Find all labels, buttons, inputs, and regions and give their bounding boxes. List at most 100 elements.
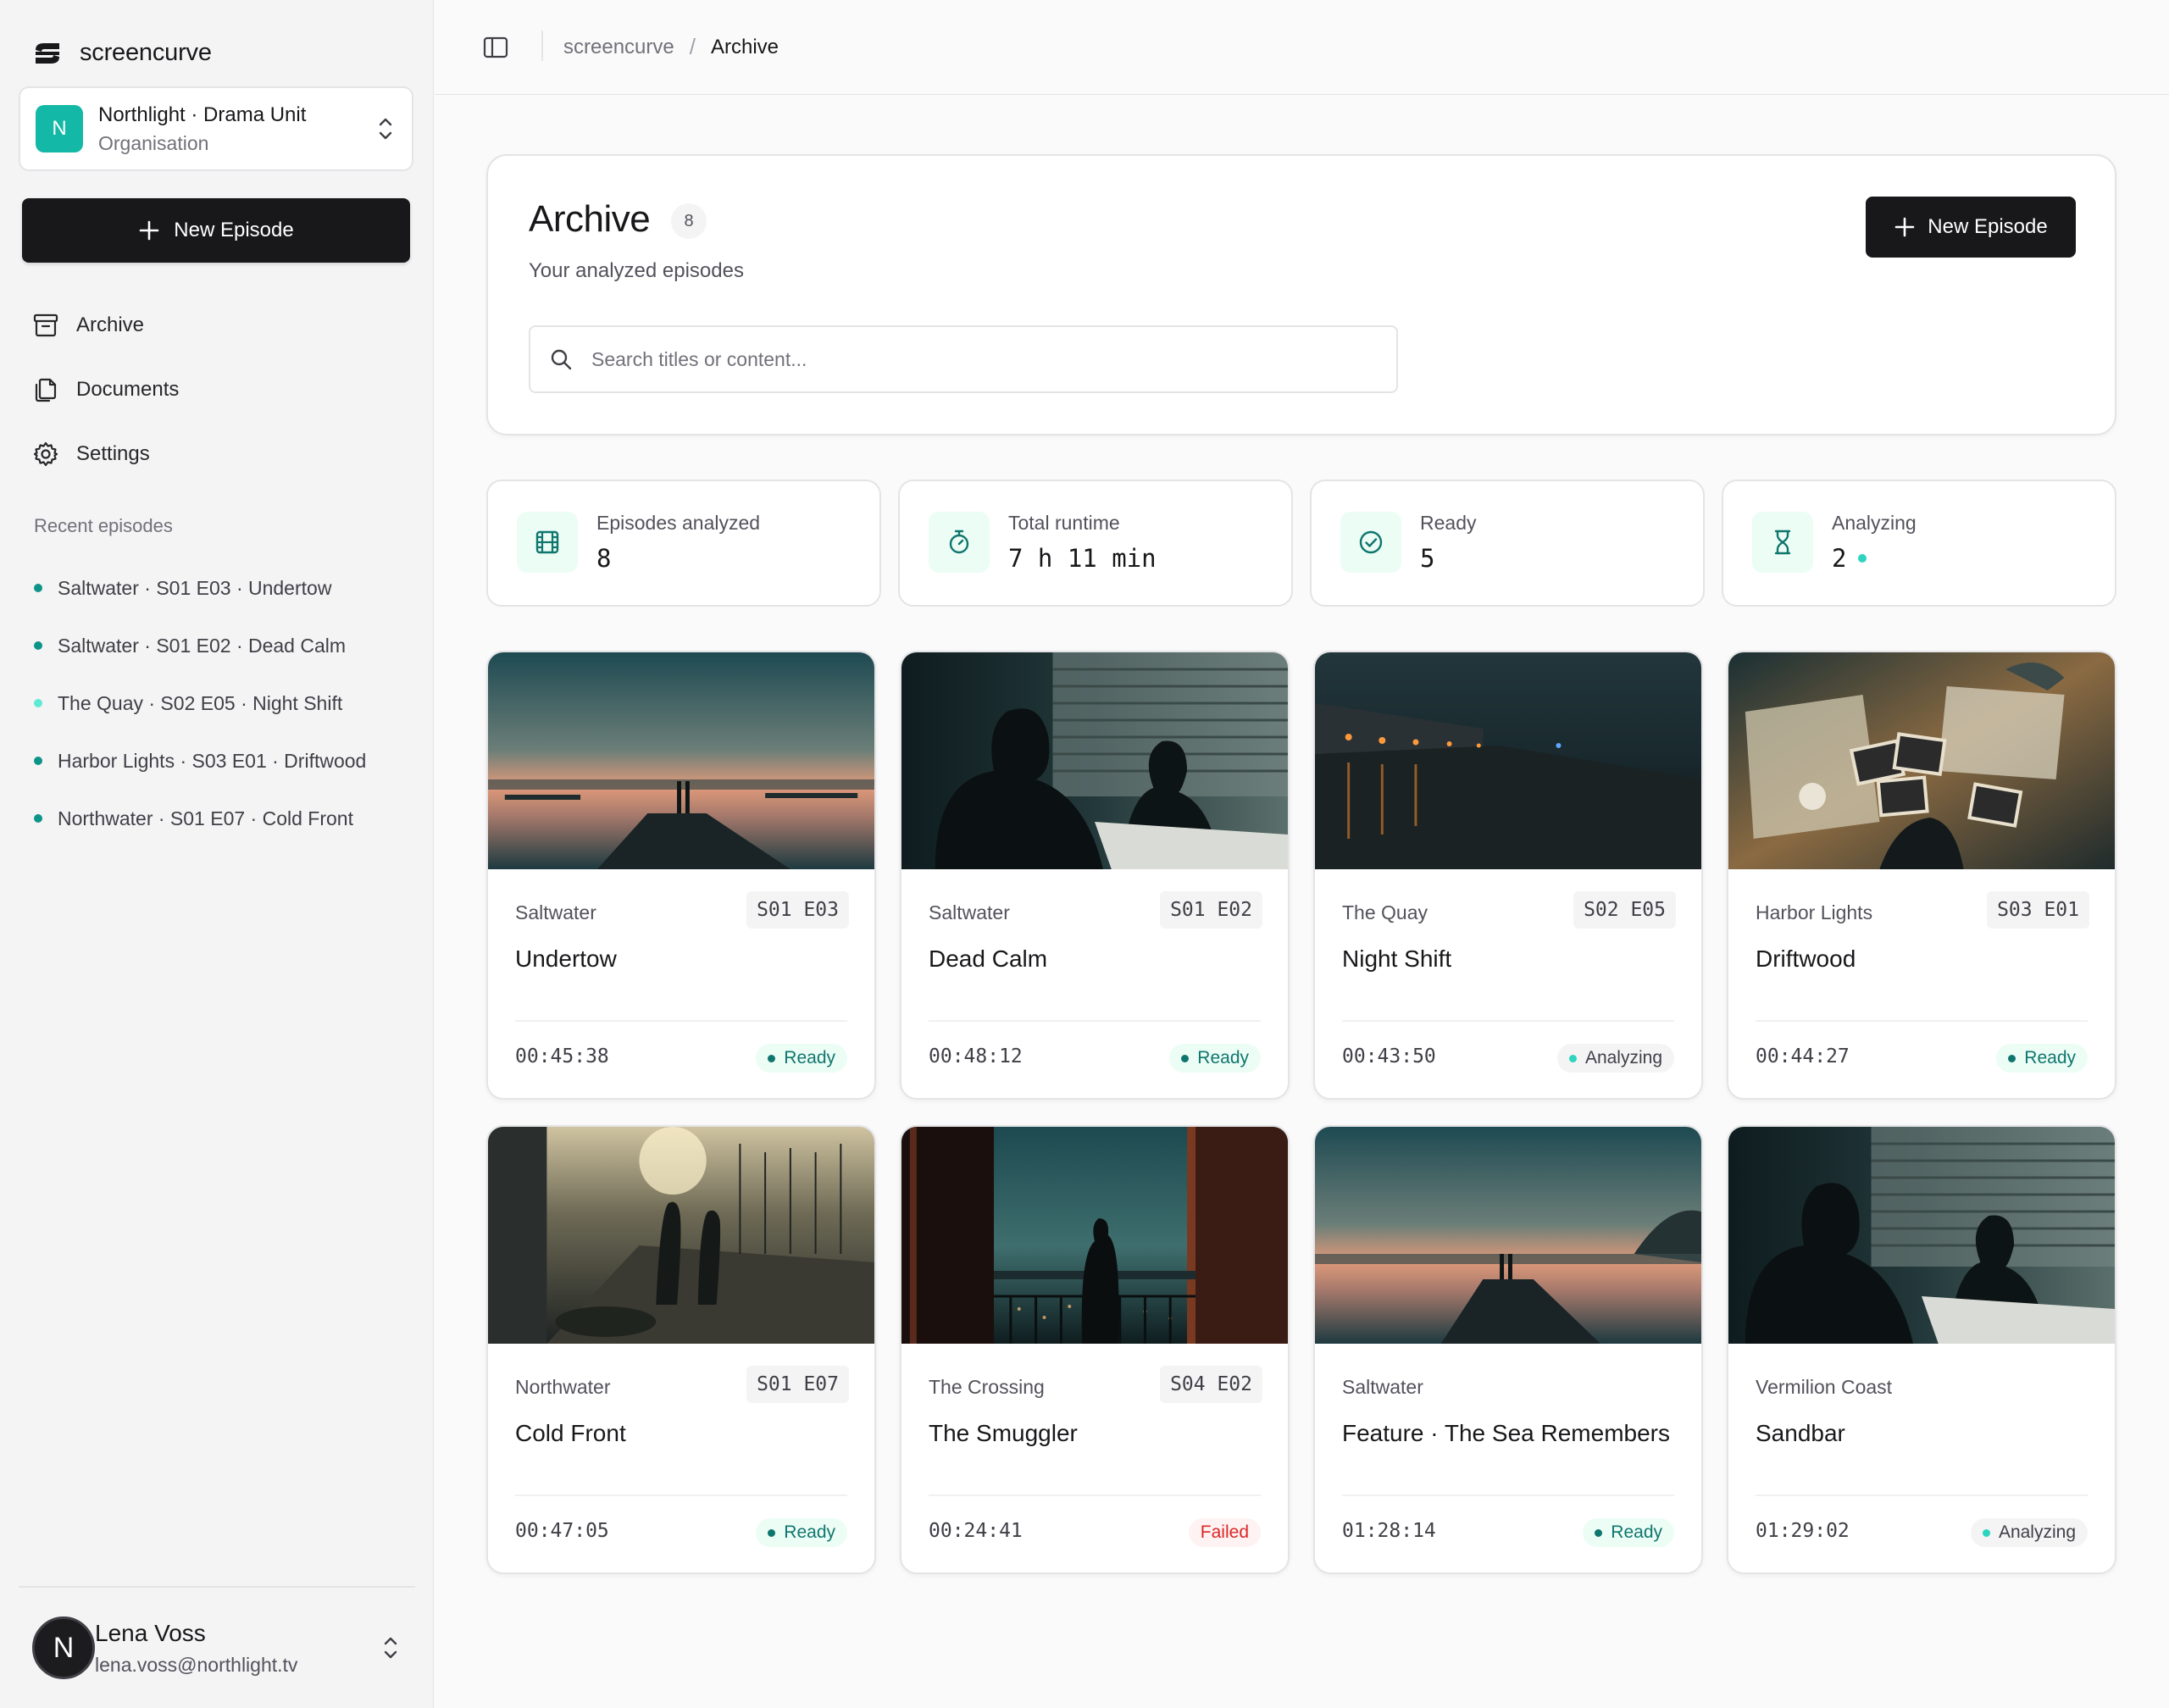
episode-thumbnail <box>1728 652 2115 869</box>
status-label: Ready <box>2024 1048 2076 1068</box>
org-switcher[interactable]: N Northlight · Drama Unit Organisation <box>19 86 413 171</box>
episode-duration: 00:45:38 <box>515 1045 609 1068</box>
episode-title: The Smuggler <box>929 1420 1078 1446</box>
org-type: Organisation <box>98 131 209 154</box>
episode-title: Night Shift <box>1342 946 1452 972</box>
episode-card[interactable]: Vermilion Coast Sandbar 01:29:02 Analyzi… <box>1727 1125 2116 1574</box>
status-label: Ready <box>1611 1522 1662 1542</box>
episode-duration: 00:48:12 <box>929 1045 1023 1068</box>
screencurve-logo-icon <box>36 42 59 64</box>
episode-duration: 00:47:05 <box>515 1520 609 1542</box>
episode-card[interactable]: The Quay S02 E05 Night Shift 00:43:50 An… <box>1313 651 1703 1100</box>
stat-icon-bg <box>517 512 578 573</box>
divider <box>541 30 543 61</box>
search-input[interactable] <box>591 347 1378 371</box>
page-subtitle: Your analyzed episodes <box>529 259 744 282</box>
stat-value-text: 5 <box>1420 544 1435 573</box>
episode-card[interactable]: Northwater S01 E07 Cold Front 00:47:05 R… <box>486 1125 876 1574</box>
stat-value: 8 <box>596 544 611 573</box>
sidebar-nav: Archive Documents Settings <box>32 293 179 486</box>
sidebar: screencurve N Northlight · Drama Unit Or… <box>0 0 434 1708</box>
new-episode-label: New Episode <box>174 219 294 241</box>
episode-duration: 00:43:50 <box>1342 1045 1436 1068</box>
stat-icon-bg <box>1752 512 1813 573</box>
org-name: Northlight · Drama Unit <box>98 103 307 126</box>
stat-analyzing: Analyzing 2 <box>1722 480 2116 607</box>
episode-series: The Crossing <box>929 1376 1045 1398</box>
recent-episode-item[interactable]: The Quay · S02 E05 · Night Shift <box>34 674 366 732</box>
episode-thumbnail <box>901 1127 1288 1344</box>
search-icon <box>551 349 572 370</box>
recent-episode-label: Saltwater · S01 E03 · Undertow <box>58 576 332 599</box>
episode-duration: 00:24:41 <box>929 1520 1023 1542</box>
divider <box>1756 1020 2088 1022</box>
analyzing-pulse-dot <box>1858 554 1867 563</box>
episode-duration: 01:29:02 <box>1756 1520 1850 1542</box>
sidebar-item-settings[interactable]: Settings <box>32 422 179 486</box>
status-label: Ready <box>784 1522 835 1542</box>
episode-title: Cold Front <box>515 1420 626 1446</box>
stat-label: Episodes analyzed <box>596 512 761 534</box>
new-episode-button[interactable]: New Episode <box>1866 197 2076 258</box>
episode-duration: 00:44:27 <box>1756 1045 1850 1068</box>
status-badge: Analyzing <box>1970 1518 2088 1547</box>
episode-card[interactable]: The Crossing S04 E02 The Smuggler 00:24:… <box>900 1125 1290 1574</box>
episode-code: S01 E03 <box>746 891 849 929</box>
stat-total-runtime: Total runtime 7 h 11 min <box>898 480 1293 607</box>
episode-card[interactable]: Saltwater S01 E03 Undertow 00:45:38 Read… <box>486 651 876 1100</box>
status-label: Analyzing <box>1998 1522 2076 1542</box>
recent-episode-item[interactable]: Northwater · S01 E07 · Cold Front <box>34 790 366 847</box>
user-menu[interactable]: N Lena Voss lena.voss@northlight.tv <box>19 1586 415 1708</box>
search-box[interactable] <box>529 325 1398 393</box>
episode-card[interactable]: Saltwater Feature · The Sea Remembers 01… <box>1313 1125 1703 1574</box>
user-name: Lena Voss <box>95 1619 206 1646</box>
film-icon <box>535 530 559 554</box>
recent-episode-item[interactable]: Saltwater · S01 E02 · Dead Calm <box>34 617 366 674</box>
status-badge: Ready <box>1996 1044 2088 1073</box>
status-badge: Ready <box>1169 1044 1261 1073</box>
divider <box>1342 1020 1674 1022</box>
user-email: lena.voss@northlight.tv <box>95 1653 298 1676</box>
episode-code: S04 E02 <box>1160 1366 1262 1403</box>
sidebar-item-archive[interactable]: Archive <box>32 293 179 358</box>
status-dot <box>34 641 42 650</box>
status-label: Ready <box>1197 1048 1249 1068</box>
recent-episode-item[interactable]: Harbor Lights · S03 E01 · Driftwood <box>34 732 366 790</box>
sidebar-item-label: Settings <box>76 442 150 465</box>
stat-value: 2 <box>1832 544 1867 573</box>
hourglass-icon <box>1774 530 1791 555</box>
sidebar-toggle-icon[interactable] <box>482 34 509 61</box>
status-label: Ready <box>784 1048 835 1068</box>
recent-episode-item[interactable]: Saltwater · S01 E03 · Undertow <box>34 559 366 617</box>
episode-series: Harbor Lights <box>1756 901 1873 923</box>
episode-thumbnail <box>488 1127 874 1344</box>
episode-thumbnail <box>1728 1127 2115 1344</box>
stat-icon-bg <box>1340 512 1401 573</box>
breadcrumb-current: Archive <box>710 35 779 58</box>
brand[interactable]: screencurve <box>34 39 212 67</box>
status-badge: Ready <box>1583 1518 1674 1547</box>
archive-icon <box>33 313 58 337</box>
episode-thumbnail <box>488 652 874 869</box>
new-episode-label: New Episode <box>1928 215 2048 238</box>
breadcrumb-separator: / <box>689 34 696 59</box>
sidebar-new-episode-button[interactable]: New Episode <box>22 198 410 263</box>
sidebar-item-documents[interactable]: Documents <box>32 358 179 422</box>
episode-card[interactable]: Harbor Lights S03 E01 Driftwood 00:44:27… <box>1727 651 2116 1100</box>
stat-value: 7 h 11 min <box>1008 544 1157 573</box>
recent-episode-label: The Quay · S02 E05 · Night Shift <box>58 691 343 714</box>
plus-icon <box>139 220 159 241</box>
breadcrumb-root[interactable]: screencurve <box>563 36 674 59</box>
episode-count-badge: 8 <box>671 203 707 239</box>
episode-thumbnail <box>1315 652 1701 869</box>
status-badge: Ready <box>756 1518 847 1547</box>
stat-label: Total runtime <box>1008 512 1120 534</box>
divider <box>1756 1494 2088 1496</box>
page-title: Archive <box>529 198 651 240</box>
breadcrumb: screencurve / Archive <box>563 34 779 60</box>
org-avatar: N <box>36 105 83 152</box>
episode-series: Saltwater <box>515 901 596 923</box>
episode-card[interactable]: Saltwater S01 E02 Dead Calm 00:48:12 Rea… <box>900 651 1290 1100</box>
stat-label: Analyzing <box>1832 512 1917 534</box>
documents-icon <box>35 378 57 402</box>
